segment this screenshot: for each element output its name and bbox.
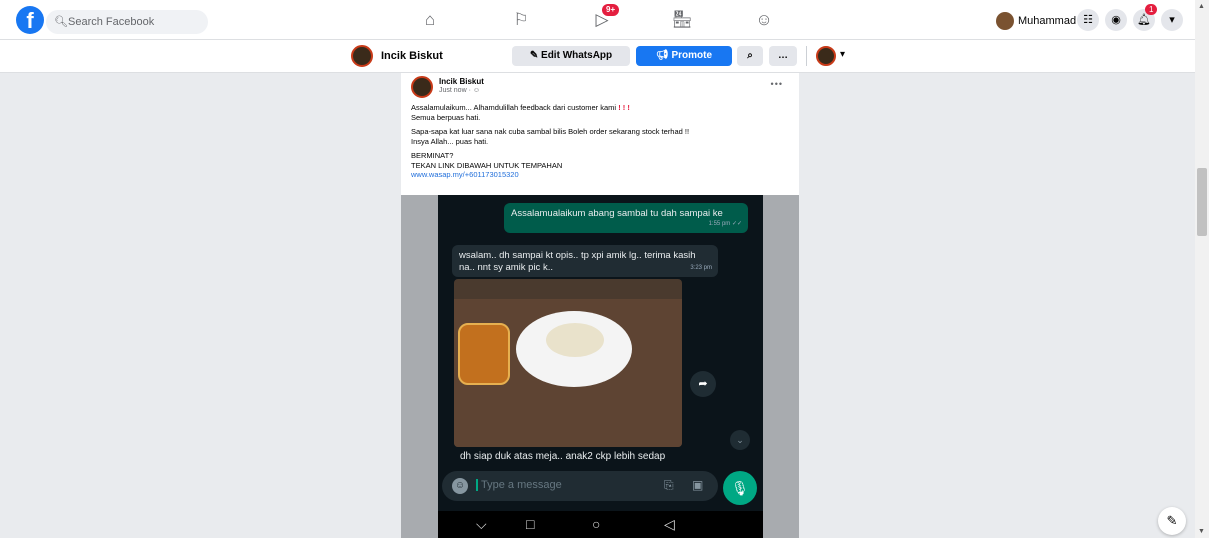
top-navigation-bar: f 🔍︎ Search Facebook ⌂ ⚐ ▷ 9+ 🏪︎ ☺ Muham… (0, 0, 1195, 40)
scroll-thumb[interactable] (1197, 168, 1207, 236)
recent-apps-icon: □ (526, 516, 535, 532)
post-line: Insya Allah... puas hati. (411, 136, 489, 146)
megaphone-icon: 📢︎ (655, 50, 669, 61)
scroll-up-arrow-icon[interactable]: ▲ (1198, 3, 1205, 10)
photo-caption: dh siap duk atas meja.. anak2 ckp lebih … (460, 451, 666, 462)
post-line: Assalamulaikum... Alhamdulillah feedback… (411, 103, 617, 112)
more-dots-icon: … (778, 50, 788, 61)
pencil-icon: ✎ (529, 50, 539, 61)
search-input[interactable]: 🔍︎ Search Facebook (46, 10, 208, 34)
divider (806, 46, 807, 66)
edit-whatsapp-label: Edit WhatsApp (541, 50, 613, 61)
post-line: Sapa-sapa kat luar sana nak cuba sambal … (411, 127, 690, 136)
attach-clip-icon: ⎘ (664, 478, 674, 492)
back-triangle-icon: ◁ (664, 516, 675, 532)
scroll-down-arrow-icon[interactable]: ▼ (1198, 528, 1205, 535)
exclamation-emoji: ! ! ! (618, 103, 630, 112)
chevron-down-icon: ⌵ (476, 516, 487, 532)
message-input-bar: ☺ Type a message ⎘ ▣ (442, 471, 718, 501)
video-badge: 9+ (602, 4, 620, 16)
promote-label: Promote (671, 50, 713, 61)
sambal-jar (458, 323, 510, 385)
chat-bubble-incoming: wsalam.. dh sampai kt opis.. tp xpi amik… (452, 245, 718, 277)
page-search-button[interactable]: ⌕ (737, 46, 763, 66)
forward-share-icon: ➦ (690, 371, 716, 397)
groups-icon[interactable]: ☺ (750, 8, 778, 32)
facebook-logo-icon[interactable]: f (16, 6, 44, 34)
whatsapp-screenshot: Assalamualaikum abang sambal tu dah samp… (438, 195, 763, 538)
food (546, 323, 604, 357)
search-icon: ⌕ (747, 50, 753, 61)
chat-time: 3:23 pm (690, 265, 712, 271)
post-line: Semua berpuas hati. (411, 112, 481, 122)
messenger-icon[interactable]: ◉ (1105, 9, 1127, 31)
notifications-badge: 1 (1145, 4, 1158, 15)
scroll-down-icon: ⌄ (730, 430, 750, 450)
more-options-button[interactable]: … (769, 46, 797, 66)
menu-grid-icon[interactable]: ☷ (1077, 9, 1099, 31)
message-placeholder: Type a message (476, 479, 562, 491)
post-card: Incik Biskut Just now · ☺ ••• Assalamula… (401, 73, 799, 538)
search-placeholder: Search Facebook (68, 16, 155, 28)
post-timestamp[interactable]: Just now · ☺ (439, 87, 480, 94)
new-message-compose-icon[interactable]: ✎ (1158, 507, 1186, 535)
page-avatar[interactable] (351, 45, 373, 67)
edit-whatsapp-button[interactable]: ✎ Edit WhatsApp (512, 46, 630, 66)
promote-button[interactable]: 📢︎ Promote (636, 46, 732, 66)
avatar (996, 12, 1014, 30)
post-line: BERMINAT? (411, 151, 454, 160)
microphone-icon: 🎙︎ (723, 471, 757, 505)
post-author-avatar[interactable] (411, 76, 433, 98)
page-admin-bar: Incik Biskut ✎ Edit WhatsApp 📢︎ Promote … (0, 40, 1195, 73)
switch-profile-avatar[interactable] (816, 46, 836, 66)
home-circle-icon: ○ (592, 516, 601, 532)
post-image[interactable]: Assalamualaikum abang sambal tu dah samp… (401, 195, 799, 538)
chat-photo (454, 279, 682, 447)
post-link[interactable]: www.wasap.my/+601173015320 (411, 170, 519, 179)
camera-icon: ▣ (692, 478, 704, 492)
post-author[interactable]: Incik Biskut (439, 77, 484, 86)
android-nav-bar: ⌵ □ ○ ◁ (438, 511, 763, 538)
page-scrollbar[interactable]: ▲ ▼ (1195, 0, 1209, 538)
video-watch-icon[interactable]: ▷ 9+ (588, 4, 620, 32)
emoji-icon: ☺ (452, 478, 468, 494)
post-body: Assalamulaikum... Alhamdulillah feedback… (411, 103, 791, 185)
notifications-bell-icon[interactable]: 🔔︎ 1 (1133, 4, 1158, 31)
post-line: TEKAN LINK DIBAWAH UNTUK TEMPAHAN (411, 160, 563, 170)
chevron-down-icon[interactable]: ▾ (840, 49, 845, 60)
chat-time: 1:55 pm ✓✓ (708, 221, 742, 227)
account-dropdown-icon[interactable]: ▾ (1161, 9, 1183, 31)
profile-button[interactable]: Muhammad (996, 11, 1076, 31)
flag-pages-icon[interactable]: ⚐ (507, 8, 535, 32)
chat-message: wsalam.. dh sampai kt opis.. tp xpi amik… (459, 250, 696, 273)
page-name[interactable]: Incik Biskut (381, 50, 443, 62)
search-icon: 🔍︎ (54, 16, 68, 28)
home-icon[interactable]: ⌂ (416, 8, 444, 32)
profile-name: Muhammad (1018, 15, 1077, 27)
post-more-icon[interactable]: ••• (771, 79, 783, 89)
marketplace-icon[interactable]: 🏪︎ (668, 8, 696, 32)
chat-bubble-outgoing: Assalamualaikum abang sambal tu dah samp… (504, 203, 748, 233)
chat-message: Assalamualaikum abang sambal tu dah samp… (511, 208, 723, 219)
